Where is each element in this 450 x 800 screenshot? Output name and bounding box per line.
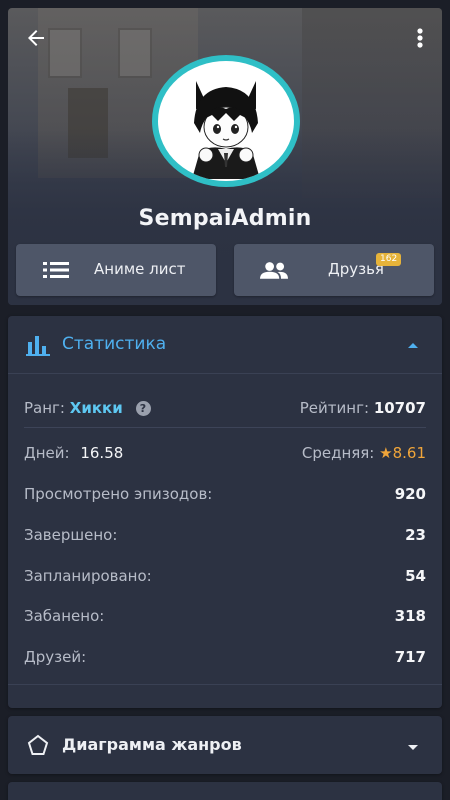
stat-value: 54 (405, 567, 426, 585)
days-average-row: Дней: 16.58 Средняя: ★8.61 (24, 433, 426, 473)
statistics-card: Статистика Ранг: Хикки ? Рейтинг: 10707 … (8, 316, 442, 708)
stat-label: Просмотрено эпизодов: (24, 485, 213, 503)
rank-label: Ранг: (24, 398, 65, 417)
back-button[interactable] (18, 20, 54, 56)
stat-value: 23 (405, 526, 426, 544)
header-background-window (118, 28, 152, 78)
rating-label: Рейтинг: (299, 398, 370, 417)
average-value: 8.61 (392, 444, 426, 462)
username: SempaiAdmin (138, 206, 312, 231)
stat-label: Завершено: (24, 526, 118, 544)
days-label: Дней: (24, 444, 70, 462)
caret-up-icon (406, 338, 420, 352)
average-label: Средняя: (301, 444, 375, 462)
stat-row: Друзей: 717 (24, 637, 426, 677)
rating-value: 10707 (373, 398, 426, 417)
friends-icon (260, 258, 288, 282)
anime-list-label: Аниме лист (94, 260, 186, 278)
more-vertical-icon (417, 28, 423, 48)
stat-value: 717 (394, 648, 426, 666)
profile-header: SempaiAdmin Аниме лист Друзья 162 (8, 8, 442, 305)
anime-list-button[interactable]: Аниме лист (16, 244, 216, 296)
stat-row: Завершено: 23 (24, 515, 426, 555)
arrow-left-icon (28, 30, 44, 46)
stat-label: Забанено: (24, 607, 105, 625)
rank-value[interactable]: Хикки (70, 399, 123, 417)
days-value: 16.58 (80, 444, 124, 462)
stat-label: Друзей: (24, 648, 87, 666)
pentagon-icon (26, 733, 50, 757)
caret-down-icon (406, 739, 420, 753)
stat-value: 920 (394, 485, 426, 503)
rank-rating-row: Ранг: Хикки ? Рейтинг: 10707 (24, 388, 426, 428)
statistics-title: Статистика (62, 334, 167, 354)
avatar[interactable] (158, 61, 294, 181)
stat-label: Запланировано: (24, 567, 152, 585)
stat-row: Запланировано: 54 (24, 556, 426, 596)
genre-chart-title: Диаграмма жанров (62, 735, 242, 754)
bar-chart-icon (26, 333, 50, 357)
list-icon (42, 258, 70, 282)
help-icon[interactable]: ? (135, 400, 151, 416)
next-section-card (8, 782, 442, 800)
avatar-image (192, 81, 260, 179)
star-icon: ★ (379, 444, 393, 462)
statistics-footer (8, 684, 442, 708)
friends-button[interactable]: Друзья 162 (234, 244, 434, 296)
statistics-header[interactable]: Статистика (8, 316, 442, 374)
more-menu-button[interactable] (406, 20, 434, 56)
avatar-ring (152, 55, 300, 187)
stat-row: Забанено: 318 (24, 596, 426, 636)
stat-value: 318 (394, 607, 426, 625)
genre-chart-card[interactable]: Диаграмма жанров (8, 716, 442, 774)
friends-count-badge: 162 (376, 253, 402, 266)
stat-row: Просмотрено эпизодов: 920 (24, 474, 426, 514)
